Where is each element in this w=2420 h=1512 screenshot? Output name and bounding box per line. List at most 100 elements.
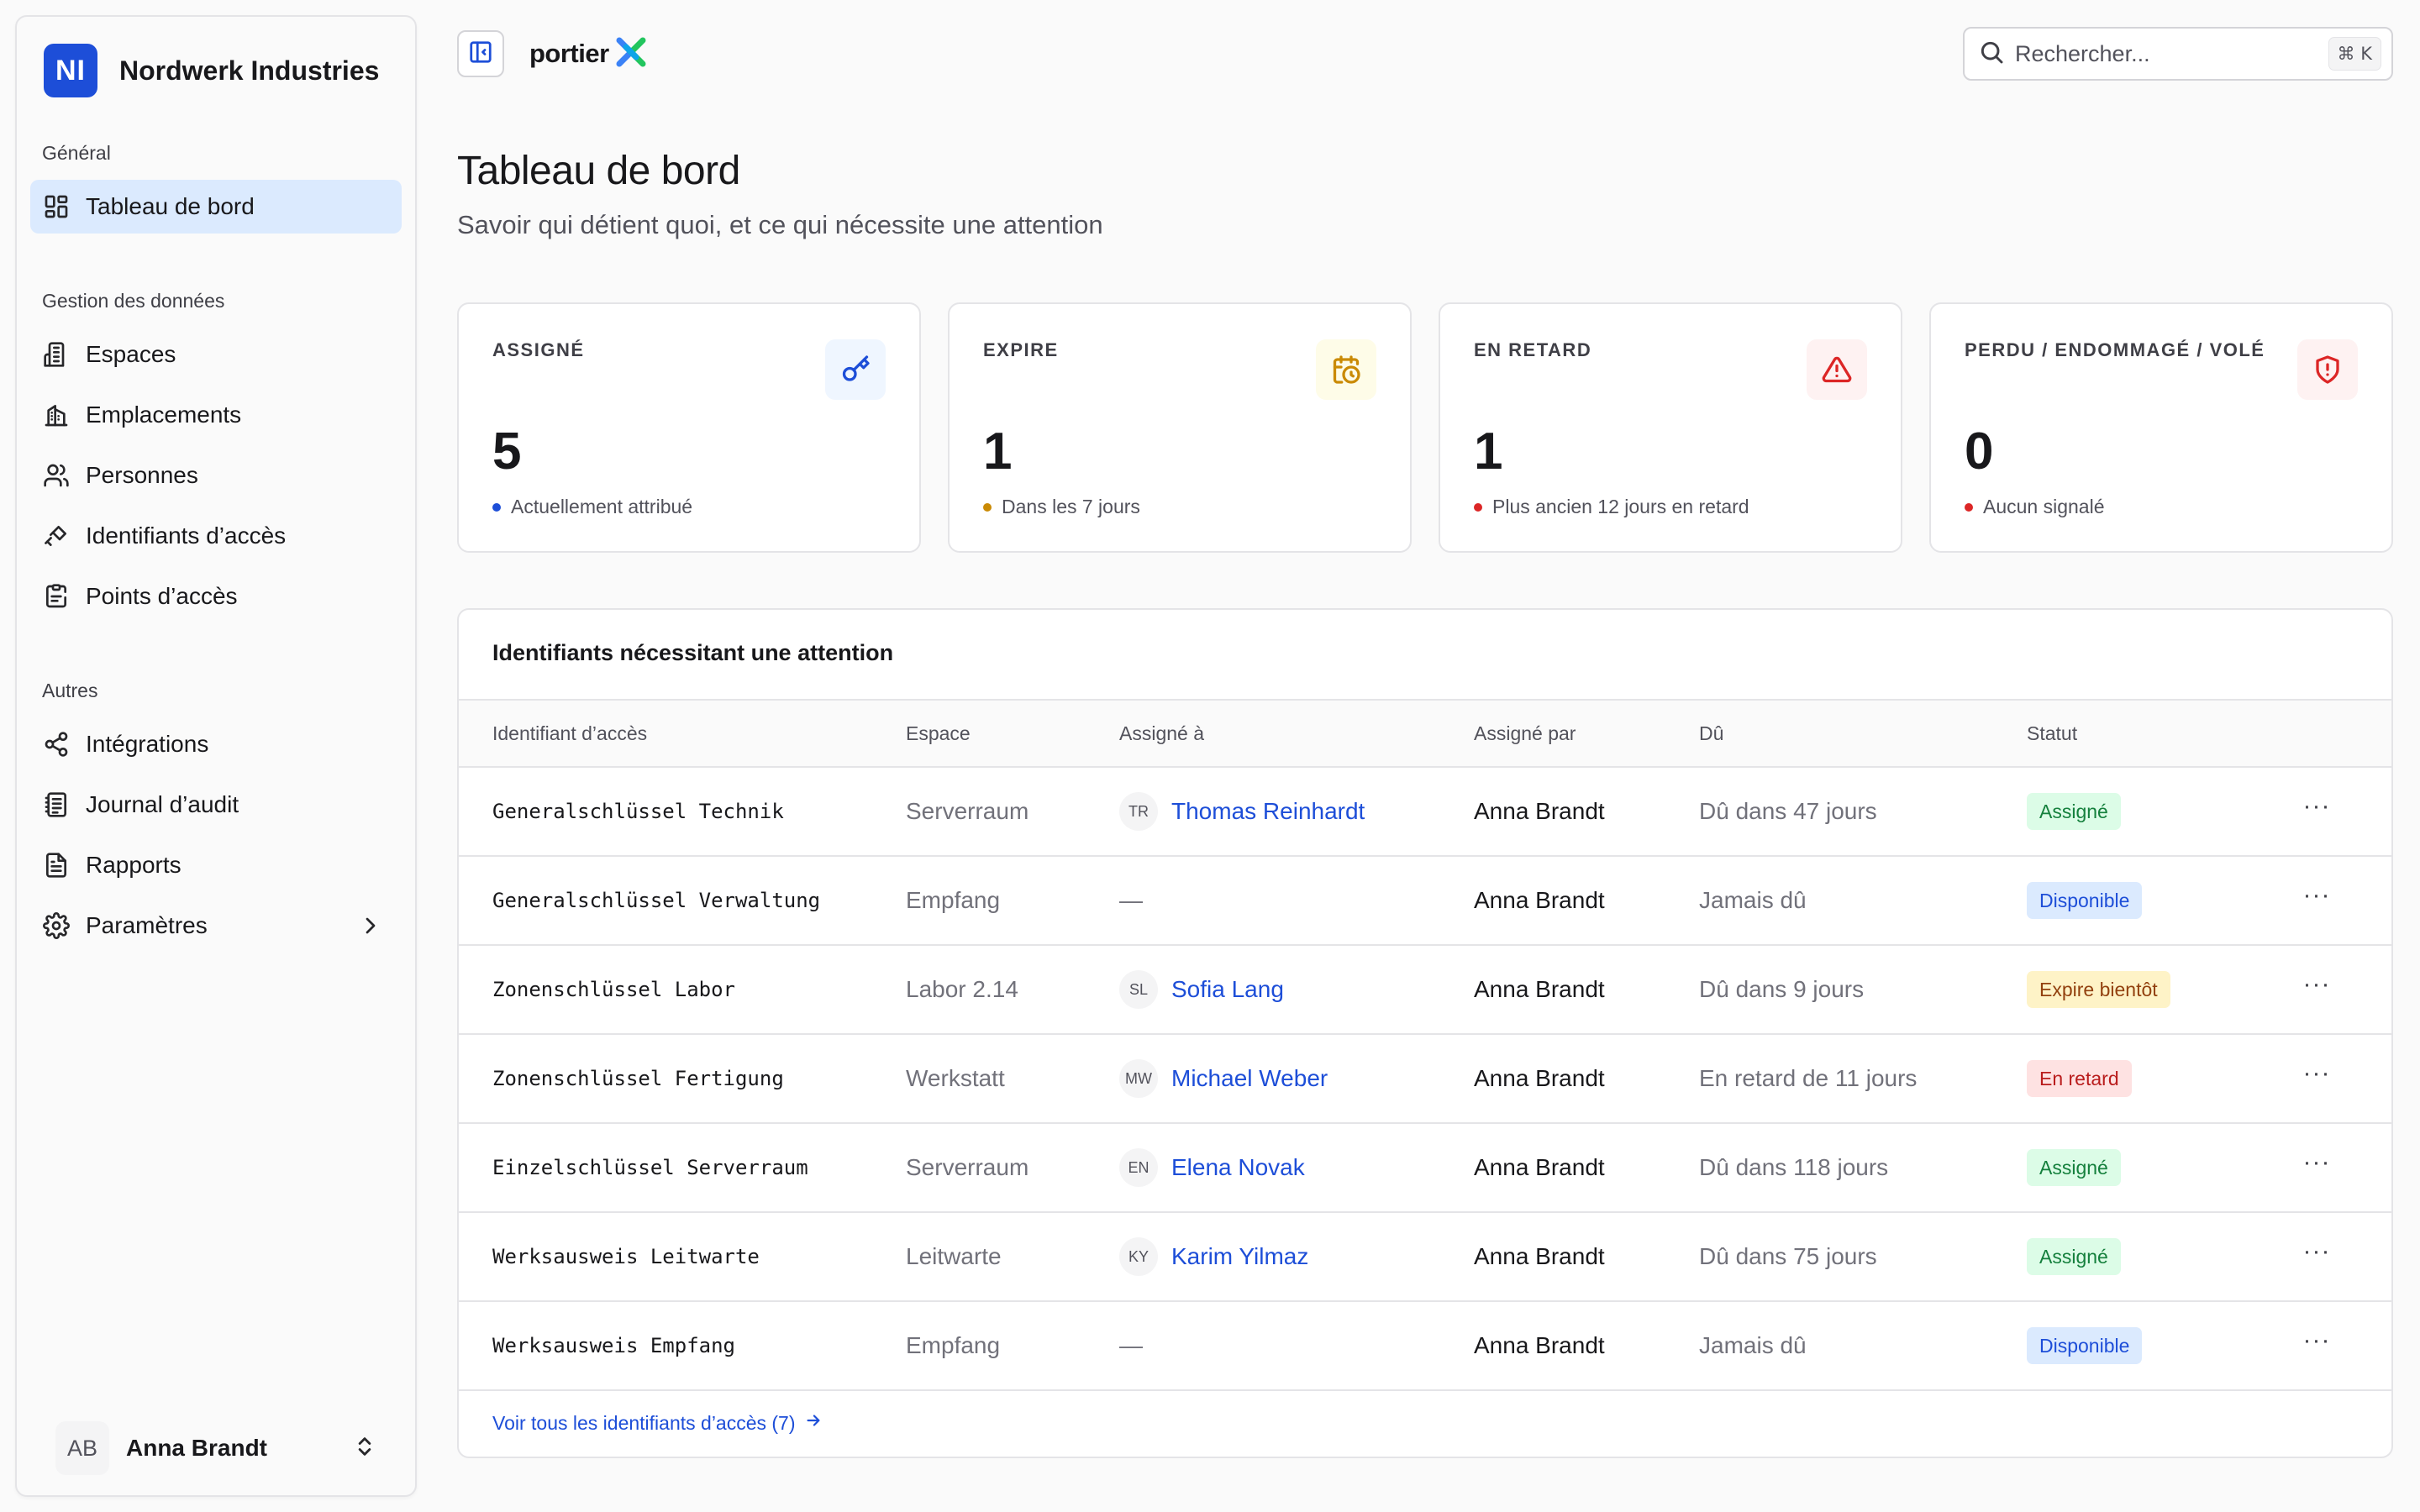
- stat-value: 5: [492, 423, 522, 480]
- column-header-actions: [2242, 700, 2391, 767]
- report-icon: [42, 851, 71, 879]
- row-actions-cell: ···: [2242, 1301, 2391, 1390]
- status-badge: Assigné: [2027, 793, 2121, 830]
- brand-logo: portier: [529, 34, 648, 74]
- table-row[interactable]: Werksausweis Empfang Empfang — Anna Brandt J…: [459, 1301, 2391, 1390]
- table-row[interactable]: Zonenschlüssel Fertigung Werkstatt MW Micha…: [459, 1034, 2391, 1123]
- stat-card-expiring[interactable]: EXPIRE 1 Dans les 7 jours: [948, 302, 1412, 553]
- due-text: Dû dans 9 jours: [1699, 976, 1865, 1002]
- avatar: EN: [1119, 1148, 1158, 1187]
- stat-card-assigned[interactable]: ASSIGNÉ 5 Actuellement attribué: [457, 302, 921, 553]
- more-horizontal-icon[interactable]: ···: [2298, 882, 2335, 920]
- assignee-link[interactable]: Sofia Lang: [1171, 976, 1284, 1003]
- sidebar-item-audit-log[interactable]: Journal d’audit: [30, 778, 402, 832]
- sidebar-item-locations[interactable]: Emplacements: [30, 388, 402, 442]
- search-input[interactable]: [2015, 40, 2318, 67]
- row-actions-cell: ···: [2242, 945, 2391, 1034]
- status-badge: Expire bientôt: [2027, 971, 2170, 1008]
- sidebar-item-people[interactable]: Personnes: [30, 449, 402, 502]
- status-badge: En retard: [2027, 1060, 2132, 1097]
- table-row[interactable]: Zonenschlüssel Labor Labor 2.14 SL Sofia La…: [459, 945, 2391, 1034]
- more-horizontal-icon[interactable]: ···: [2298, 1060, 2335, 1098]
- status-cell: Expire bientôt: [2027, 945, 2242, 1034]
- stat-note-text: Plus ancien 12 jours en retard: [1492, 496, 1749, 517]
- nav-group-label: Gestion des données: [42, 290, 225, 312]
- stat-note-text: Dans les 7 jours: [1002, 496, 1140, 517]
- status-dot: [1474, 502, 1482, 512]
- key-icon: [42, 522, 71, 550]
- column-header[interactable]: Statut: [2027, 700, 2242, 767]
- credential-name[interactable]: Einzelschlüssel Serverraum: [459, 1123, 906, 1212]
- assigned-by: Anna Brandt: [1474, 1065, 1605, 1091]
- credential-name[interactable]: Werksausweis Leitwarte: [459, 1212, 906, 1301]
- attention-table: Identifiant d’accès Espace Assigné à Ass…: [459, 699, 2391, 1391]
- search-box[interactable]: ⌘ K: [1963, 27, 2393, 81]
- org-switcher[interactable]: NI Nordwerk Industries: [30, 30, 402, 111]
- search-icon: [1978, 39, 2005, 70]
- space-name: Empfang: [906, 1332, 1001, 1358]
- table-row[interactable]: Generalschlüssel Technik Serverraum TR Thom…: [459, 767, 2391, 856]
- stat-card-overdue[interactable]: EN RETARD 1 Plus ancien 12 jours en reta…: [1439, 302, 1902, 553]
- sidebar-item-dashboard[interactable]: Tableau de bord: [30, 180, 402, 234]
- status-dot: [983, 502, 992, 512]
- table-row[interactable]: Werksausweis Leitwarte Leitwarte KY Karim Y…: [459, 1212, 2391, 1301]
- assignee-cell: —: [1119, 1301, 1474, 1390]
- more-horizontal-icon[interactable]: ···: [2298, 793, 2335, 831]
- column-header[interactable]: Dû: [1699, 700, 2027, 767]
- page-subtitle: Savoir qui détient quoi, et ce qui néces…: [457, 210, 1103, 239]
- search-shortcut: ⌘ K: [2328, 37, 2381, 71]
- user-menu[interactable]: AB Anna Brandt: [30, 1415, 402, 1482]
- more-horizontal-icon[interactable]: ···: [2298, 971, 2335, 1009]
- org-logo: NI: [44, 44, 97, 97]
- stat-card-lost[interactable]: PERDU / ENDOMMAGÉ / VOLÉ 0 Aucun signalé: [1929, 302, 2393, 553]
- nav-group-label: Autres: [42, 680, 98, 701]
- due-text: Jamais dû: [1699, 1332, 1807, 1358]
- row-actions-cell: ···: [2242, 1123, 2391, 1212]
- credential-name[interactable]: Zonenschlüssel Fertigung: [459, 1034, 906, 1123]
- space-name: Empfang: [906, 887, 1001, 913]
- sidebar: NI Nordwerk Industries Général Tableau d…: [15, 15, 417, 1497]
- table-row[interactable]: Einzelschlüssel Serverraum Serverraum EN El…: [459, 1123, 2391, 1212]
- credential-name[interactable]: Zonenschlüssel Labor: [459, 945, 906, 1034]
- status-badge: Disponible: [2027, 1327, 2143, 1364]
- credential-name[interactable]: Werksausweis Empfang: [459, 1301, 906, 1390]
- chevron-right-icon: [356, 911, 385, 940]
- credential-name[interactable]: Generalschlüssel Technik: [459, 767, 906, 856]
- more-horizontal-icon[interactable]: ···: [2298, 1238, 2335, 1276]
- due-text: Jamais dû: [1699, 887, 1807, 913]
- sidebar-toggle-button[interactable]: [457, 30, 504, 77]
- brand-mark-icon: [614, 35, 648, 73]
- row-actions-cell: ···: [2242, 856, 2391, 945]
- assignee-link[interactable]: Karim Yilmaz: [1171, 1243, 1308, 1270]
- assignee-link[interactable]: Thomas Reinhardt: [1171, 798, 1365, 825]
- topbar: portier ⌘ K: [432, 0, 2420, 108]
- due-text: Dû dans 75 jours: [1699, 1243, 1877, 1269]
- assignee-link[interactable]: Michael Weber: [1171, 1065, 1328, 1092]
- status-cell: Disponible: [2027, 856, 2242, 945]
- credential-name[interactable]: Generalschlüssel Verwaltung: [459, 856, 906, 945]
- sidebar-item-reports[interactable]: Rapports: [30, 838, 402, 892]
- sidebar-item-settings[interactable]: Paramètres: [30, 899, 402, 953]
- column-header[interactable]: Identifiant d’accès: [459, 700, 906, 767]
- avatar: SL: [1119, 970, 1158, 1009]
- alert-triangle-icon: [1807, 339, 1867, 400]
- more-horizontal-icon[interactable]: ···: [2298, 1327, 2335, 1365]
- brand-name: portier: [529, 39, 609, 68]
- assignee-link[interactable]: Elena Novak: [1171, 1154, 1305, 1181]
- table-row[interactable]: Generalschlüssel Verwaltung Empfang — Anna …: [459, 856, 2391, 945]
- sidebar-item-integrations[interactable]: Intégrations: [30, 717, 402, 771]
- more-horizontal-icon[interactable]: ···: [2298, 1149, 2335, 1187]
- sidebar-item-access-points[interactable]: Points d’accès: [30, 570, 402, 623]
- row-actions-cell: ···: [2242, 1034, 2391, 1123]
- status-badge: Assigné: [2027, 1238, 2121, 1275]
- key-icon: [825, 339, 886, 400]
- sidebar-item-label: Emplacements: [86, 402, 242, 428]
- nav-group-other: Autres Intégrations Journal d’audit Rapp…: [30, 664, 402, 959]
- sidebar-item-credentials[interactable]: Identifiants d’accès: [30, 509, 402, 563]
- column-header[interactable]: Espace: [906, 700, 1119, 767]
- stat-value: 1: [983, 423, 1013, 480]
- column-header[interactable]: Assigné à: [1119, 700, 1474, 767]
- view-all-link[interactable]: Voir tous les identifiants d’accès (7): [492, 1411, 823, 1435]
- column-header[interactable]: Assigné par: [1474, 700, 1699, 767]
- sidebar-item-spaces[interactable]: Espaces: [30, 328, 402, 381]
